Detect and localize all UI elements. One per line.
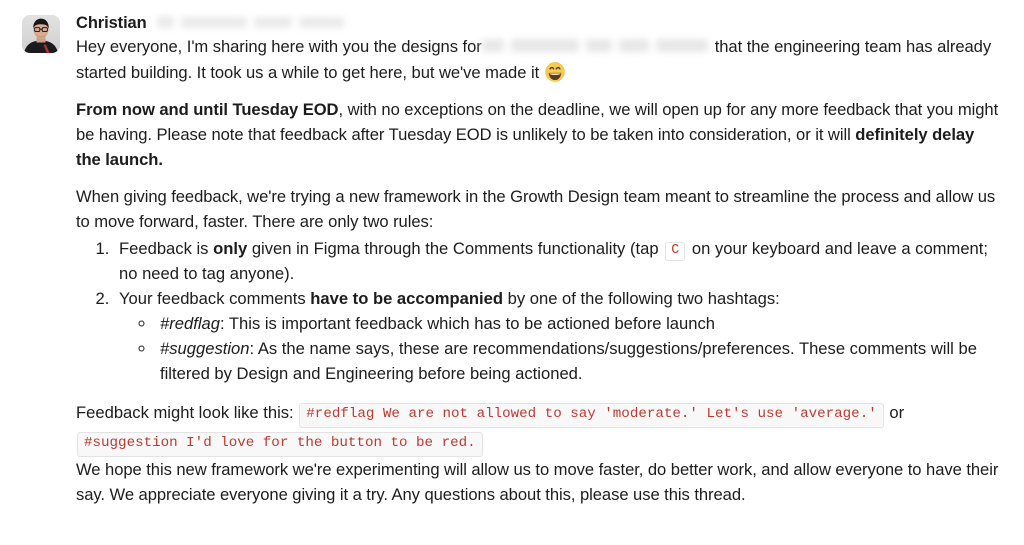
- code-snippet-redflag: #redflag We are not allowed to say 'mode…: [299, 403, 884, 428]
- deadline-bold-lead: From now and until Tuesday EOD: [76, 100, 339, 120]
- message-header: Christian: [76, 14, 1002, 32]
- redaction-block: [253, 16, 292, 28]
- rule-item-2: Your feedback comments have to be accomp…: [114, 286, 1002, 386]
- rule2-text-a: Your feedback comments: [119, 289, 311, 309]
- hashtag-item-suggestion: #suggestion: As the name says, these are…: [156, 336, 1002, 386]
- rule2-text-b: by one of the following two hashtags:: [502, 289, 780, 309]
- message-metadata-redacted: [156, 16, 344, 28]
- paragraph-deadline: From now and until Tuesday EOD, with no …: [76, 97, 1002, 172]
- author-name[interactable]: Christian: [76, 14, 147, 32]
- hashtag-sublist: #redflag: This is important feedback whi…: [119, 311, 1002, 386]
- paragraph-intro: Hey everyone, I'm sharing here with you …: [76, 34, 1002, 85]
- code-snippet-suggestion: #suggestion I'd love for the button to b…: [77, 432, 483, 457]
- message-row: Christian Hey everyone, I'm sharing here…: [22, 14, 1002, 507]
- rule1-emphasis: only: [213, 239, 248, 259]
- feedback-example-lead: Feedback might look like this:: [76, 403, 294, 423]
- rule1-text-a: Feedback is: [119, 239, 214, 259]
- rule2-emphasis: have to be accompanied: [310, 289, 503, 309]
- redaction-block: [156, 16, 174, 28]
- feedback-example: Feedback might look like this: #redflag …: [76, 399, 1002, 457]
- avatar[interactable]: [22, 15, 60, 53]
- paragraph-framework: When giving feedback, we're trying a new…: [76, 187, 996, 232]
- hashtag-label-redflag: #redflag: [160, 314, 220, 334]
- hashtag-label-suggestion: #suggestion: [160, 339, 250, 359]
- hashtag-item-redflag: #redflag: This is important feedback whi…: [156, 311, 1002, 336]
- paragraph-intro-before: Hey everyone, I'm sharing here with you …: [76, 37, 482, 57]
- rule-item-1: Feedback is only given in Figma through …: [114, 236, 1002, 286]
- paragraph-closing: We hope this new framework we're experim…: [76, 459, 999, 504]
- hashtag-description-redflag: This is important feedback which has to …: [224, 314, 716, 334]
- grinning-face-with-smiling-eyes-icon: [544, 62, 565, 82]
- redaction-block: [298, 16, 344, 28]
- keyboard-shortcut-key: C: [665, 242, 686, 261]
- slack-message: Christian Hey everyone, I'm sharing here…: [0, 0, 1024, 517]
- hashtag-description-suggestion: As the name says, these are recommendati…: [160, 339, 977, 384]
- rule1-text-b: given in Figma through the Comments func…: [247, 239, 664, 259]
- redaction-block: [180, 16, 247, 28]
- feedback-example-joiner: or: [889, 403, 905, 423]
- message-body: Christian Hey everyone, I'm sharing here…: [76, 14, 1002, 507]
- rules-list: Feedback is only given in Figma through …: [76, 236, 1002, 386]
- redacted-project-name: [481, 34, 715, 59]
